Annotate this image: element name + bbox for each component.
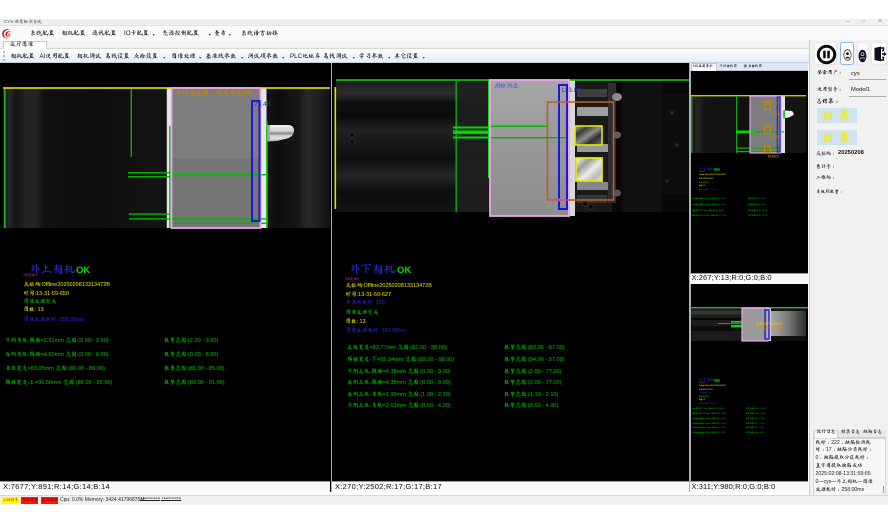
svg-text:83.05 86: 83.05 86 — [770, 135, 780, 139]
svg-text:93,动态: 93,动态 — [770, 112, 780, 116]
svg-text:AI检测区: AI检测区 — [494, 82, 519, 89]
svg-text:平均阈值:93，动态阈值:100: 平均阈值:93，动态阈值:100 — [175, 90, 251, 98]
svg-text:外极耳NG: 外极耳NG — [548, 197, 567, 203]
svg-text:123.80: 123.80 — [561, 87, 581, 94]
svg-text:73.48: 73.48 — [254, 101, 271, 108]
svg-text:90.56 92.0: 90.56 92.0 — [767, 155, 779, 159]
